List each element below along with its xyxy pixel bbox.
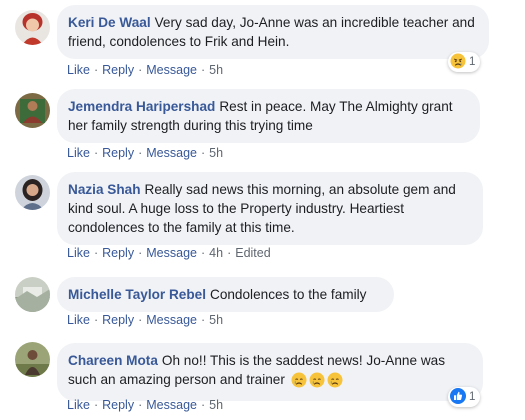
- comment-actions: Like · Reply · Message · 5h: [67, 398, 223, 412]
- like-link[interactable]: Like: [67, 313, 90, 327]
- comment-actions: Like · Reply · Message · 4h · Edited: [67, 246, 271, 260]
- like-link[interactable]: Like: [67, 63, 90, 77]
- separator: ·: [200, 398, 206, 412]
- crying-face-icon: [327, 372, 343, 393]
- like-link[interactable]: Like: [67, 146, 90, 160]
- reply-link[interactable]: Reply: [102, 398, 134, 412]
- message-link[interactable]: Message: [146, 313, 197, 327]
- reply-link[interactable]: Reply: [102, 246, 134, 260]
- comment-bubble: Michelle Taylor Rebel Condolences to the …: [57, 277, 394, 312]
- separator: ·: [93, 146, 99, 160]
- message-link[interactable]: Message: [146, 146, 197, 160]
- comment-bubble: Nazia Shah Really sad news this morning, …: [57, 172, 483, 245]
- separator: ·: [93, 398, 99, 412]
- separator: ·: [200, 146, 206, 160]
- separator: ·: [138, 313, 143, 327]
- comment-bubble: Chareen Mota Oh no!! This is the saddest …: [57, 343, 483, 401]
- separator: ·: [138, 146, 143, 160]
- separator: ·: [138, 246, 143, 260]
- comment-actions: Like · Reply · Message · 5h: [67, 146, 223, 160]
- comment-text: Condolences to the family: [210, 287, 367, 302]
- edited-label[interactable]: Edited: [235, 246, 270, 260]
- comment-bubble: Jemendra Haripershad Rest in peace. May T…: [57, 89, 480, 143]
- avatar[interactable]: [15, 277, 50, 312]
- avatar[interactable]: [15, 93, 50, 128]
- avatar[interactable]: [15, 10, 50, 45]
- like-link[interactable]: Like: [67, 246, 90, 260]
- timestamp[interactable]: 5h: [209, 63, 223, 77]
- message-link[interactable]: Message: [146, 63, 197, 77]
- comment-actions: Like · Reply · Message · 5h: [67, 313, 223, 327]
- reply-link[interactable]: Reply: [102, 146, 134, 160]
- reaction-count: 1: [469, 56, 476, 68]
- timestamp[interactable]: 5h: [209, 313, 223, 327]
- sad-face-icon: [450, 53, 466, 72]
- separator: ·: [200, 313, 206, 327]
- comment-author[interactable]: Chareen Mota: [68, 353, 158, 368]
- reaction-summary[interactable]: 1: [448, 52, 481, 72]
- message-link[interactable]: Message: [146, 246, 197, 260]
- message-link[interactable]: Message: [146, 398, 197, 412]
- separator: ·: [227, 246, 232, 260]
- separator: ·: [93, 313, 99, 327]
- timestamp[interactable]: 4h: [209, 246, 223, 260]
- comment-bubble: Keri De Waal Very sad day, Jo-Anne was an…: [57, 5, 489, 59]
- like-thumb-icon: [450, 387, 466, 407]
- separator: ·: [93, 63, 99, 77]
- crying-face-icon: [309, 372, 325, 393]
- separator: ·: [200, 63, 206, 77]
- comment-author[interactable]: Jemendra Haripershad: [68, 99, 215, 114]
- separator: ·: [138, 398, 143, 412]
- reaction-count: 1: [469, 391, 476, 403]
- reply-link[interactable]: Reply: [102, 313, 134, 327]
- comment-author[interactable]: Michelle Taylor Rebel: [68, 287, 206, 302]
- avatar[interactable]: [15, 175, 50, 210]
- separator: ·: [138, 63, 143, 77]
- reaction-summary[interactable]: 1: [448, 387, 481, 407]
- reply-link[interactable]: Reply: [102, 63, 134, 77]
- separator: ·: [93, 246, 99, 260]
- comment-author[interactable]: Nazia Shah: [68, 182, 141, 197]
- timestamp[interactable]: 5h: [209, 398, 223, 412]
- comment-actions: Like · Reply · Message · 5h: [67, 63, 223, 77]
- comment-author[interactable]: Keri De Waal: [68, 15, 151, 30]
- crying-face-icon: [291, 372, 307, 393]
- avatar[interactable]: [15, 342, 50, 377]
- separator: ·: [200, 246, 206, 260]
- like-link[interactable]: Like: [67, 398, 90, 412]
- timestamp[interactable]: 5h: [209, 146, 223, 160]
